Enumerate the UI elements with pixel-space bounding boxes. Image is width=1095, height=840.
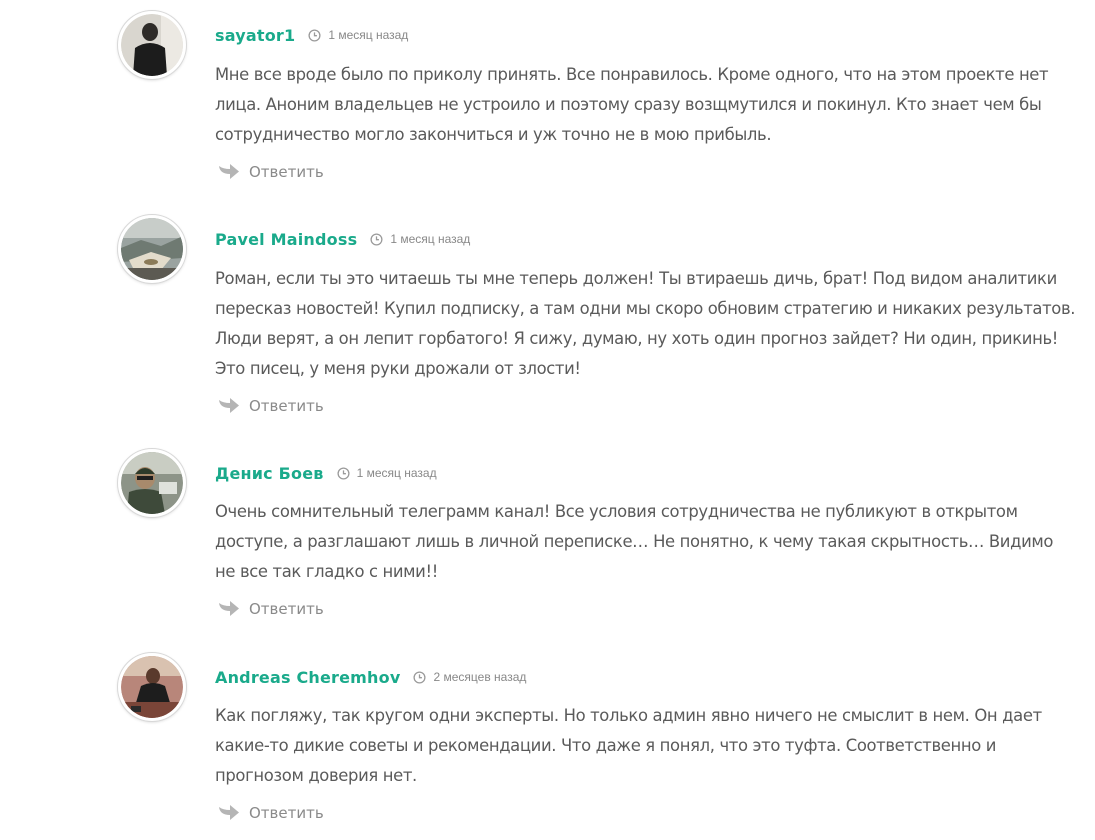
comment-time-label: 2 месяцев назад: [433, 670, 527, 684]
clock-icon: [370, 232, 383, 246]
comment-body: Роман, если ты это читаешь ты мне теперь…: [215, 264, 1076, 384]
reply-icon: [219, 805, 239, 820]
comment-line: доступе, а разглашают лишь в личной пере…: [215, 532, 1054, 551]
comment-meta: sayator1 1 месяц назад: [215, 24, 408, 46]
comment-time: 1 месяц назад: [308, 28, 408, 42]
comment-author[interactable]: sayator1: [215, 26, 295, 45]
avatar[interactable]: [118, 11, 186, 79]
reply-icon: [219, 398, 239, 413]
clock-icon: [308, 28, 321, 42]
clock-icon: [337, 466, 350, 480]
comment-time: 2 месяцев назад: [413, 670, 526, 684]
comment-line: какие-то дикие советы и рекомендации. Чт…: [215, 736, 997, 755]
comment-line: Роман, если ты это читаешь ты мне теперь…: [215, 269, 1057, 288]
clock-icon: [413, 670, 427, 684]
user-photo-icon: [121, 218, 183, 280]
comment-line: Как погляжу, так кругом одни эксперты. Н…: [215, 706, 1042, 725]
comment-line: Люди верят, а он лепит горбатого! Я сижу…: [215, 329, 1058, 348]
reply-button[interactable]: Ответить: [218, 600, 324, 618]
comment-line: не все так гладко с ними!!: [215, 562, 438, 581]
comment-body: Очень сомнительный телеграмм канал! Все …: [215, 497, 1065, 587]
comment-time-label: 1 месяц назад: [356, 466, 437, 480]
reply-button[interactable]: Ответить: [218, 804, 324, 822]
reply-button[interactable]: Ответить: [218, 397, 324, 415]
comment-meta: Andreas Cheremhov 2 месяцев назад: [215, 666, 526, 688]
user-photo-icon: [121, 656, 183, 718]
comment-author[interactable]: Денис Боев: [215, 464, 324, 483]
comment-body: Как погляжу, так кругом одни эксперты. Н…: [215, 701, 1065, 791]
avatar[interactable]: [118, 449, 186, 517]
comment-line: лица. Аноним владельцев не устроило и по…: [215, 95, 1042, 114]
reply-button[interactable]: Ответить: [218, 163, 324, 181]
comment-line: Мне все вроде было по приколу принять. В…: [215, 65, 1049, 84]
comment-line: Очень сомнительный телеграмм канал! Все …: [215, 502, 1018, 521]
reply-label: Ответить: [249, 600, 324, 618]
comment-line: Это писец, у меня руки дрожали от злости…: [215, 359, 581, 378]
comment-body: Мне все вроде было по приколу принять. В…: [215, 60, 1065, 150]
avatar[interactable]: [118, 215, 186, 283]
reply-label: Ответить: [249, 163, 324, 181]
comment-line: прогнозом доверия нет.: [215, 766, 417, 785]
comment-meta: Денис Боев 1 месяц назад: [215, 462, 437, 484]
comment-meta: Pavel Maindoss 1 месяц назад: [215, 228, 470, 250]
comment-author[interactable]: Pavel Maindoss: [215, 230, 357, 249]
comment-author[interactable]: Andreas Cheremhov: [215, 668, 400, 687]
user-photo-icon: [121, 452, 183, 514]
reply-icon: [219, 601, 239, 616]
reply-label: Ответить: [249, 397, 324, 415]
reply-label: Ответить: [249, 804, 324, 822]
comment-time-label: 1 месяц назад: [390, 232, 471, 246]
comment-time: 1 месяц назад: [337, 466, 437, 480]
avatar[interactable]: [118, 653, 186, 721]
reply-icon: [219, 164, 239, 179]
comment-time-label: 1 месяц назад: [328, 28, 409, 42]
user-photo-icon: [121, 14, 183, 76]
comment-line: пересказ новостей! Купил подписку, а там…: [215, 299, 1076, 318]
comment-line: сотрудничество могло закончиться и уж то…: [215, 125, 772, 144]
comment-time: 1 месяц назад: [370, 232, 470, 246]
